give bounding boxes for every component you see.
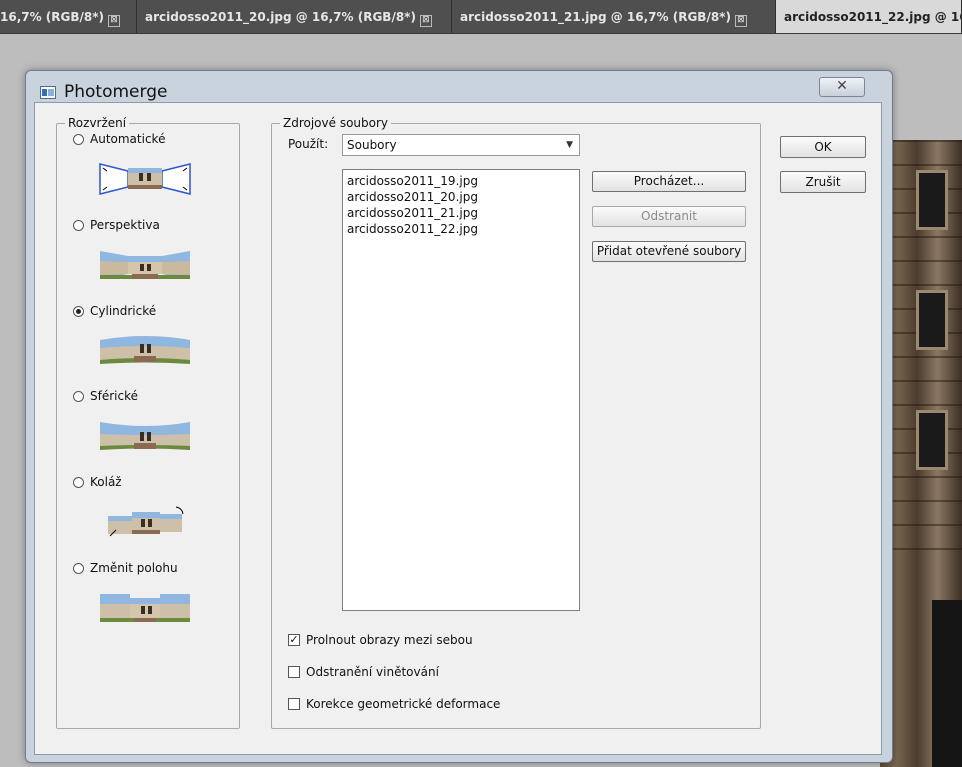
checkbox[interactable] (288, 666, 300, 678)
add-open-files-button[interactable]: Přidat otevřené soubory (592, 241, 746, 262)
document-tab-1[interactable]: arcidosso2011_20.jpg @ 16,7% (RGB/8*) ⊠ (137, 0, 452, 33)
tab-label: arcidosso2011_22.jpg @ 16,7% (RGB/8*) (784, 10, 961, 24)
chevron-down-icon: ▼ (566, 140, 573, 150)
photomerge-dialog: Photomerge ✕ Rozvržení Automatické Persp… (25, 70, 893, 763)
list-item[interactable]: arcidosso2011_20.jpg (347, 189, 575, 205)
source-files-legend: Zdrojové soubory (280, 116, 392, 130)
dialog-title: Photomerge (64, 82, 168, 102)
photomerge-app-icon (40, 86, 56, 99)
list-item[interactable]: arcidosso2011_21.jpg (347, 205, 575, 221)
layout-option-spherical[interactable]: Sférické (73, 389, 138, 403)
document-tab-bar: 16,7% (RGB/8*) ⊠ arcidosso2011_20.jpg @ 1… (0, 0, 962, 34)
layout-option-collage[interactable]: Koláž (73, 475, 122, 489)
tab-close-icon[interactable]: ⊠ (108, 15, 121, 27)
use-label: Použít: (288, 137, 329, 151)
layout-option-label: Sférické (90, 389, 138, 403)
layout-legend: Rozvržení (65, 116, 130, 130)
ok-button[interactable]: OK (780, 136, 866, 158)
layout-cylindrical-icon (100, 336, 190, 364)
radio-button[interactable] (73, 390, 84, 402)
list-item[interactable]: arcidosso2011_22.jpg (347, 221, 575, 237)
checkbox-checked[interactable]: ✓ (288, 634, 300, 646)
layout-spherical-icon (100, 422, 190, 450)
close-icon: ✕ (836, 78, 848, 94)
tab-label: arcidosso2011_21.jpg @ 16,7% (RGB/8*) (460, 10, 731, 24)
vignette-removal-option[interactable]: Odstranění vinětování (288, 665, 439, 679)
radio-button[interactable] (73, 219, 84, 231)
cancel-button[interactable]: Zrušit (780, 171, 866, 193)
layout-auto-icon (99, 163, 191, 195)
browse-button[interactable]: Procházet... (592, 171, 746, 192)
layout-option-reposition[interactable]: Změnit polohu (73, 561, 178, 575)
tab-label: arcidosso2011_20.jpg @ 16,7% (RGB/8*) (145, 10, 416, 24)
source-files-group: Zdrojové soubory Použít: Soubory ▼ arcid… (271, 116, 761, 729)
source-files-list[interactable]: arcidosso2011_19.jpg arcidosso2011_20.jp… (342, 169, 580, 611)
radio-button[interactable] (73, 133, 84, 145)
document-tab-3[interactable]: arcidosso2011_22.jpg @ 16,7% (RGB/8*) (776, 0, 962, 33)
dialog-client-area: Rozvržení Automatické Perspektiva Cylind… (34, 102, 882, 755)
close-button[interactable]: ✕ (819, 77, 865, 97)
checkbox-label: Prolnout obrazy mezi sebou (306, 633, 473, 647)
tab-label: 16,7% (RGB/8*) (0, 10, 105, 24)
tab-close-icon[interactable]: ⊠ (734, 15, 747, 27)
layout-option-label: Automatické (90, 132, 166, 146)
list-item[interactable]: arcidosso2011_19.jpg (347, 173, 575, 189)
use-select-value: Soubory (347, 138, 397, 152)
layout-option-label: Změnit polohu (90, 561, 178, 575)
checkbox-label: Odstranění vinětování (306, 665, 439, 679)
document-tab-0[interactable]: 16,7% (RGB/8*) ⊠ (0, 0, 137, 33)
blend-images-option[interactable]: ✓ Prolnout obrazy mezi sebou (288, 633, 473, 647)
checkbox[interactable] (288, 698, 300, 710)
tab-close-icon[interactable]: ⊠ (419, 15, 432, 27)
geometric-distortion-option[interactable]: Korekce geometrické deformace (288, 697, 500, 711)
layout-group: Rozvržení Automatické Perspektiva Cylind… (56, 116, 240, 729)
layout-option-cylindrical[interactable]: Cylindrické (73, 304, 156, 318)
radio-button-selected[interactable] (73, 305, 84, 317)
radio-button[interactable] (73, 562, 84, 574)
layout-option-label: Koláž (90, 475, 122, 489)
layout-option-perspective[interactable]: Perspektiva (73, 218, 160, 232)
radio-button[interactable] (73, 476, 84, 488)
document-tab-2[interactable]: arcidosso2011_21.jpg @ 16,7% (RGB/8*) ⊠ (452, 0, 776, 33)
layout-option-label: Perspektiva (90, 218, 160, 232)
checkbox-label: Korekce geometrické deformace (306, 697, 501, 711)
layout-option-label: Cylindrické (90, 304, 157, 318)
layout-collage-icon (108, 506, 184, 537)
layout-perspective-icon (100, 251, 190, 279)
remove-button[interactable]: Odstranit (592, 206, 746, 227)
layout-option-auto[interactable]: Automatické (73, 132, 165, 146)
layout-reposition-icon (100, 594, 190, 622)
use-select[interactable]: Soubory ▼ (342, 134, 580, 156)
